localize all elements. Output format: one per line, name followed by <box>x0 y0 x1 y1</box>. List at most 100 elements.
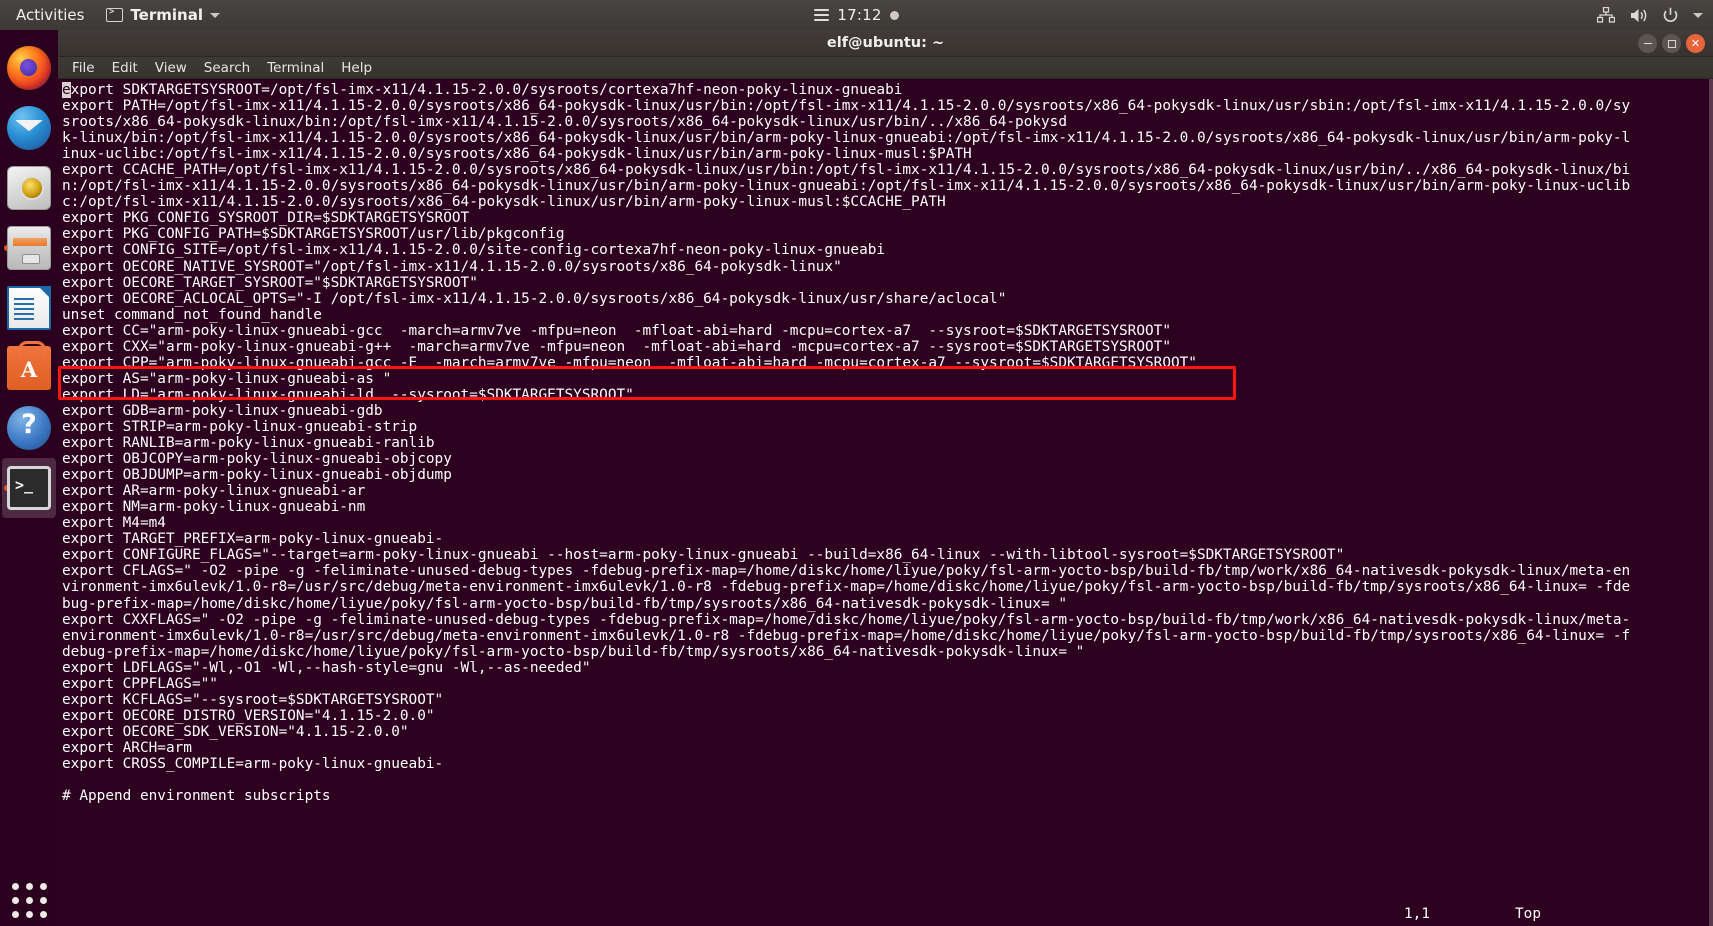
terminal-line: export CCACHE_PATH=/opt/fsl-imx-x11/4.1.… <box>62 162 1631 179</box>
window-title: elf@ubuntu: ~ <box>826 35 945 51</box>
dock-item-terminal[interactable] <box>2 458 56 518</box>
gnome-top-bar: Activities Terminal 17:12 <box>0 0 1713 30</box>
grid-icon <box>11 883 47 918</box>
terminal-line: export OECORE_TARGET_SYSROOT="$SDKTARGET… <box>62 274 478 291</box>
terminal-output-area[interactable]: export SDKTARGETSYSROOT=/opt/fsl-imx-x11… <box>58 79 1713 926</box>
text-cursor: e <box>62 82 71 98</box>
window-controls: ✕ <box>1638 30 1705 57</box>
terminal-line: vironment-imx6ulevk/1.0-r8=/usr/src/debu… <box>62 579 1631 596</box>
rhythmbox-icon <box>7 166 51 210</box>
vim-status-line: 1,1 Top <box>58 906 1713 924</box>
terminal-line: export NM=arm-poky-linux-gnueabi-nm <box>62 499 366 516</box>
terminal-line: inux-uclibc:/opt/fsl-imx-x11/4.1.15-2.0.… <box>62 146 972 163</box>
terminal-line: export CXXFLAGS=" -O2 -pipe -g -felimina… <box>62 611 1631 628</box>
terminal-line: # Append environment subscripts <box>62 788 331 805</box>
thunderbird-icon <box>7 106 51 150</box>
scrollbar[interactable] <box>1709 79 1713 926</box>
app-menu-label: Terminal <box>130 6 203 24</box>
dock-item-thunderbird[interactable] <box>2 98 56 158</box>
terminal-line: debug-prefix-map=/home/diskc/home/liyue/… <box>62 643 1085 660</box>
clock-area: 17:12 <box>0 0 1713 30</box>
app-menu-button[interactable]: Terminal <box>96 0 230 30</box>
terminal-line: export OECORE_ACLOCAL_OPTS="-I /opt/fsl-… <box>62 290 1007 307</box>
minimize-button[interactable] <box>1638 34 1657 53</box>
terminal-line: export PKG_CONFIG_SYSROOT_DIR=$SDKTARGET… <box>62 210 470 227</box>
terminal-line: bug-prefix-map=/home/diskc/home/liyue/po… <box>62 595 1068 612</box>
hamburger-icon[interactable] <box>814 9 830 21</box>
activities-label: Activities <box>16 6 85 24</box>
clock-label[interactable]: 17:12 <box>837 6 881 24</box>
menu-file[interactable]: File <box>72 60 95 76</box>
libreoffice-writer-icon <box>7 286 51 330</box>
notification-indicator-icon <box>889 10 899 20</box>
volume-icon[interactable] <box>1629 7 1648 24</box>
terminal-icon <box>106 7 124 22</box>
terminal-line: export CONFIGURE_FLAGS="--target=arm-pok… <box>62 547 1345 564</box>
terminal-window: elf@ubuntu: ~ ✕ File Edit View Search Te… <box>58 30 1713 926</box>
terminal-line: export OBJCOPY=arm-poky-linux-gnueabi-ob… <box>62 451 452 468</box>
terminal-line: export PATH=/opt/fsl-imx-x11/4.1.15-2.0.… <box>62 98 1631 115</box>
terminal-app-icon <box>7 466 51 510</box>
terminal-line: export CPP="arm-poky-linux-gnueabi-gcc -… <box>62 354 1197 371</box>
chevron-down-icon <box>209 12 220 18</box>
network-icon[interactable] <box>1597 7 1615 23</box>
show-applications-button[interactable] <box>0 883 58 918</box>
menu-bar: File Edit View Search Terminal Help <box>58 57 1713 79</box>
terminal-line: export STRIP=arm-poky-linux-gnueabi-stri… <box>62 418 418 435</box>
terminal-line: export AR=arm-poky-linux-gnueabi-ar <box>62 483 366 500</box>
terminal-text: export SDKTARGETSYSROOT=/opt/fsl-imx-x11… <box>62 82 1630 804</box>
terminal-line: unset command_not_found_handle <box>62 306 322 323</box>
terminal-line: export CXX="arm-poky-linux-gnueabi-g++ -… <box>62 338 1171 355</box>
terminal-line: export PKG_CONFIG_PATH=$SDKTARGETSYSROOT… <box>62 226 565 243</box>
terminal-line: export CPPFLAGS="" <box>62 675 218 692</box>
terminal-line: export RANLIB=arm-poky-linux-gnueabi-ran… <box>62 435 435 452</box>
close-button[interactable]: ✕ <box>1686 34 1705 53</box>
terminal-line: export M4=m4 <box>62 515 166 532</box>
terminal-line: export GDB=arm-poky-linux-gnueabi-gdb <box>62 402 383 419</box>
system-tray[interactable] <box>1597 0 1703 30</box>
terminal-line: c:/opt/fsl-imx-x11/4.1.15-2.0.0/sysroots… <box>62 194 946 211</box>
dock-item-rhythmbox[interactable] <box>2 158 56 218</box>
terminal-line: export CONFIG_SITE=/opt/fsl-imx-x11/4.1.… <box>62 242 886 259</box>
dock-item-firefox[interactable] <box>2 38 56 98</box>
menu-help[interactable]: Help <box>341 60 372 76</box>
terminal-line: export LDFLAGS="-Wl,-O1 -Wl,--hash-style… <box>62 659 591 676</box>
menu-search[interactable]: Search <box>204 60 250 76</box>
scroll-position: Top <box>1515 906 1541 922</box>
terminal-line: export CC="arm-poky-linux-gnueabi-gcc -m… <box>62 322 1171 339</box>
menu-view[interactable]: View <box>155 60 187 76</box>
terminal-line: export OECORE_SDK_VERSION="4.1.15-2.0.0" <box>62 723 409 740</box>
terminal-line: export OECORE_DISTRO_VERSION="4.1.15-2.0… <box>62 707 435 724</box>
terminal-line: sroots/x86_64-pokysdk-linux/bin:/opt/fsl… <box>62 114 1068 131</box>
activities-button[interactable]: Activities <box>0 0 96 30</box>
terminal-line: export TARGET_PREFIX=arm-poky-linux-gnue… <box>62 531 444 548</box>
terminal-line: n:/opt/fsl-imx-x11/4.1.15-2.0.0/sysroots… <box>62 178 1631 195</box>
help-icon <box>7 406 51 450</box>
terminal-line: export LD="arm-poky-linux-gnueabi-ld --s… <box>62 386 634 403</box>
ubuntu-software-icon <box>7 341 51 390</box>
power-icon[interactable] <box>1662 7 1679 24</box>
terminal-line: export AS="arm-poky-linux-gnueabi-as " <box>62 370 392 387</box>
terminal-line: k-linux/bin:/opt/fsl-imx-x11/4.1.15-2.0.… <box>62 130 1631 147</box>
menu-edit[interactable]: Edit <box>112 60 138 76</box>
dock-item-software[interactable] <box>2 338 56 398</box>
dock-item-help[interactable] <box>2 398 56 458</box>
dock-item-writer[interactable] <box>2 278 56 338</box>
launcher-dock <box>0 30 58 926</box>
terminal-line: export CROSS_COMPILE=arm-poky-linux-gnue… <box>62 755 444 772</box>
tray-chevron-down-icon[interactable] <box>1693 12 1703 18</box>
terminal-line: export OBJDUMP=arm-poky-linux-gnueabi-ob… <box>62 467 452 484</box>
menu-terminal[interactable]: Terminal <box>267 60 324 76</box>
terminal-line: environment-imx6ulevk/1.0-r8=/usr/src/de… <box>62 627 1631 644</box>
window-titlebar: elf@ubuntu: ~ ✕ <box>58 30 1713 57</box>
terminal-line: export SDKTARGETSYSROOT=/opt/fsl-imx-x11… <box>62 82 903 98</box>
dock-item-files[interactable] <box>2 218 56 278</box>
terminal-line: export OECORE_NATIVE_SYSROOT="/opt/fsl-i… <box>62 258 842 275</box>
maximize-button[interactable] <box>1662 34 1681 53</box>
files-icon <box>7 226 51 270</box>
terminal-line: export CFLAGS=" -O2 -pipe -g -feliminate… <box>62 563 1631 580</box>
cursor-position: 1,1 <box>1404 906 1430 922</box>
terminal-line: export KCFLAGS="--sysroot=$SDKTARGETSYSR… <box>62 691 444 708</box>
firefox-icon <box>7 46 51 90</box>
